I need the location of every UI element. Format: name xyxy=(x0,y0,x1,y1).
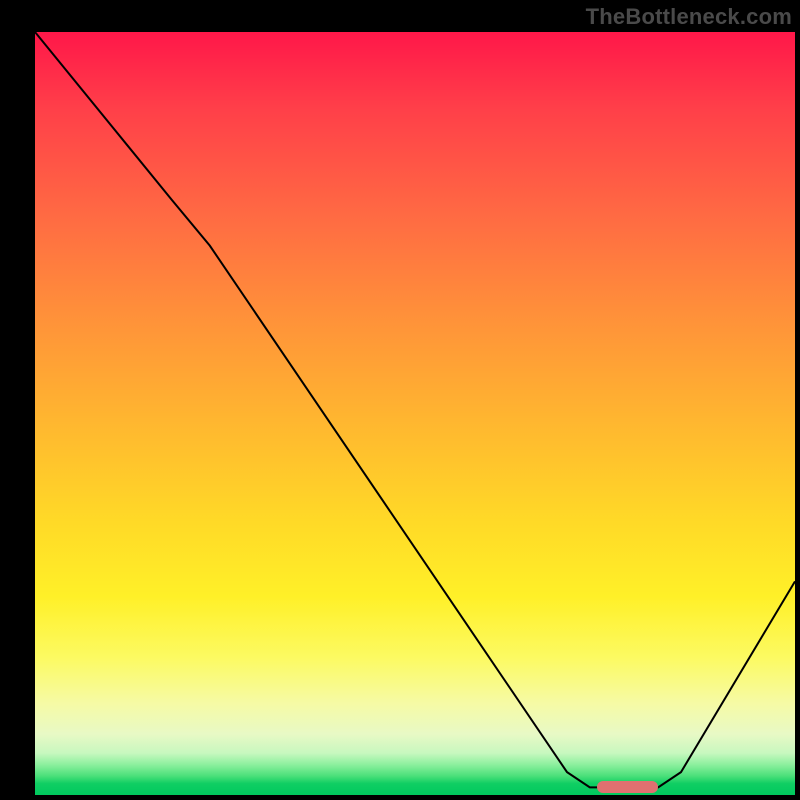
optimal-marker xyxy=(597,781,658,793)
watermark-text: TheBottleneck.com xyxy=(586,4,792,30)
plot-area xyxy=(35,32,795,795)
chart-frame: TheBottleneck.com xyxy=(0,0,800,800)
bottleneck-curve-path xyxy=(35,32,795,787)
curve-svg xyxy=(35,32,795,795)
